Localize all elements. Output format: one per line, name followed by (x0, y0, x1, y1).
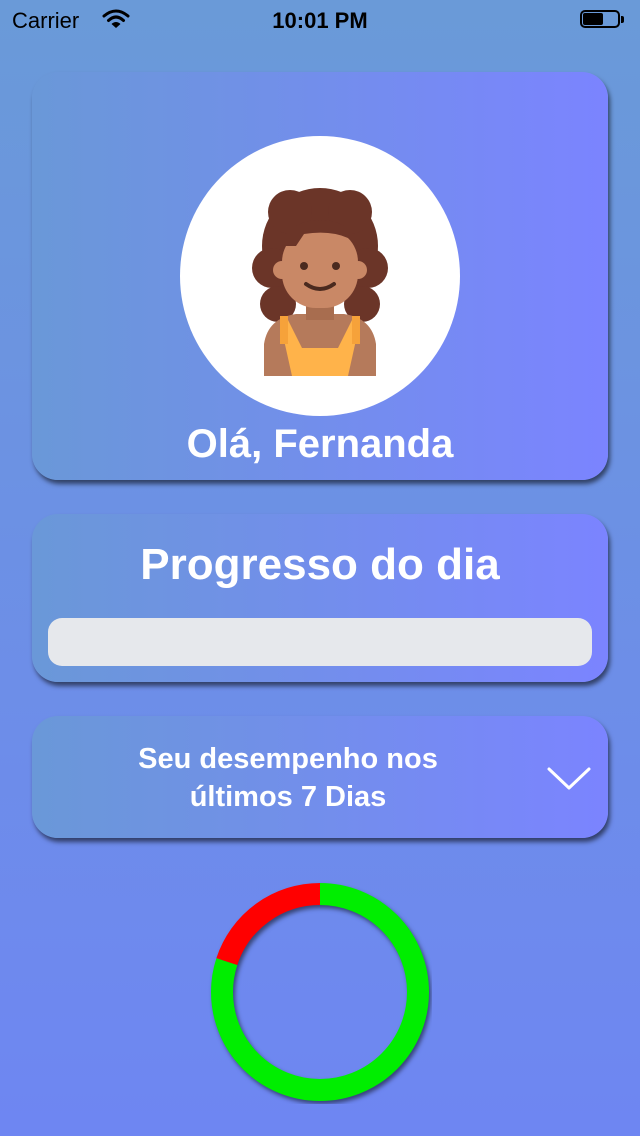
performance-donut-chart (211, 883, 429, 1101)
daily-progress-title: Progresso do dia (140, 540, 500, 589)
daily-progress-card: Progresso do dia (32, 514, 608, 682)
status-time: 10:01 PM (272, 8, 368, 33)
daily-progress-bar (48, 618, 592, 666)
battery-icon (580, 10, 626, 30)
profile-card: Olá, Fernanda (32, 72, 608, 480)
greeting-text: Olá, Fernanda (186, 422, 454, 466)
girl-avatar-icon (252, 188, 388, 376)
performance-title-line-2: últimos 7 Dias (189, 781, 387, 813)
performance-title: Seu desempenho nos últimos 7 Dias (68, 740, 508, 816)
avatar[interactable] (180, 136, 460, 416)
status-bar: Carrier 10:01 PM (0, 0, 640, 40)
performance-dropdown[interactable]: Seu desempenho nos últimos 7 Dias (32, 716, 608, 838)
performance-title-line-1: Seu desempenho nos (138, 743, 438, 775)
chevron-down-icon[interactable] (546, 766, 592, 797)
